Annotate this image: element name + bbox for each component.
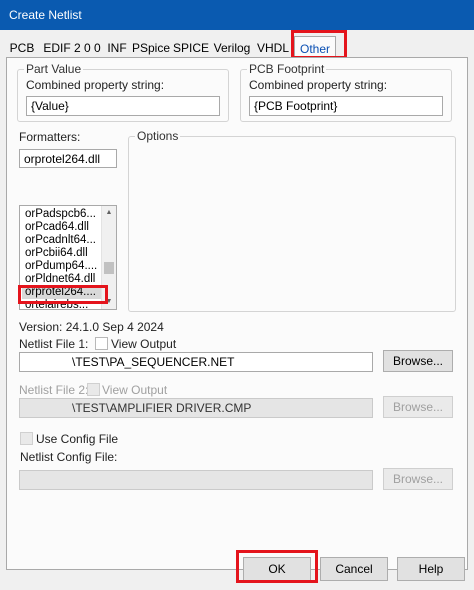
scroll-up-icon[interactable]: ▲ <box>102 206 116 220</box>
netlist-config-file-label: Netlist Config File: <box>20 450 118 464</box>
view-output-2-label: View Output <box>102 383 168 397</box>
list-item[interactable]: orPcad64.dll <box>22 221 102 234</box>
list-item-selected[interactable]: orprotel264.... <box>22 286 102 299</box>
pcb-footprint-label: Combined property string: <box>249 78 388 92</box>
formatters-scrollbar[interactable]: ▲ ▼ <box>101 206 116 309</box>
options-legend: Options <box>135 129 181 143</box>
tab-edif[interactable]: EDIF 2 0 0 <box>41 39 103 57</box>
list-item[interactable]: orPcbii64.dll <box>22 247 102 260</box>
use-config-file-checkbox[interactable] <box>20 432 33 445</box>
browse-netlist-2-button[interactable]: Browse... <box>383 396 453 418</box>
part-value-label: Combined property string: <box>26 78 165 92</box>
list-item[interactable]: orPadspcb6... <box>22 208 102 221</box>
create-netlist-dialog: PCB EDIF 2 0 0 INF PSpice SPICE Verilog … <box>0 30 474 590</box>
formatters-listbox[interactable]: orPadspcb6... orPcad64.dll orPcadnlt64..… <box>19 205 117 310</box>
list-item[interactable]: orPcadnlt64... <box>22 234 102 247</box>
netlist-file-1-label: Netlist File 1: <box>19 337 89 351</box>
help-button[interactable]: Help <box>397 557 465 581</box>
version-text: Version: 24.1.0 Sep 4 2024 <box>19 320 164 334</box>
tab-verilog[interactable]: Verilog <box>210 39 254 57</box>
tab-strip: PCB EDIF 2 0 0 INF PSpice SPICE Verilog … <box>6 36 466 58</box>
options-group: Options <box>128 129 456 312</box>
window-title: Create Netlist <box>0 0 474 30</box>
use-config-file-label: Use Config File <box>36 432 119 446</box>
cancel-button[interactable]: Cancel <box>320 557 388 581</box>
view-output-2-checkbox[interactable] <box>87 383 100 396</box>
netlist-file-1-input[interactable]: \TEST\PA_SEQUENCER.NET <box>19 352 373 372</box>
view-output-1-label: View Output <box>111 337 177 351</box>
scroll-thumb[interactable] <box>104 262 114 274</box>
netlist-config-file-input[interactable] <box>19 470 373 490</box>
tab-inf[interactable]: INF <box>105 39 129 57</box>
browse-netlist-1-button[interactable]: Browse... <box>383 350 453 372</box>
pcb-footprint-group: PCB Footprint Combined property string: … <box>240 62 452 122</box>
netlist-file-2-label: Netlist File 2: <box>19 383 89 397</box>
netlist-file-2-input[interactable]: \TEST\AMPLIFIER DRIVER.CMP <box>19 398 373 418</box>
other-tab-panel: Part Value Combined property string: {Va… <box>6 57 468 570</box>
ok-button[interactable]: OK <box>243 557 311 581</box>
tab-pcb[interactable]: PCB <box>8 39 36 57</box>
list-item[interactable]: orPldnet64.dll <box>22 273 102 286</box>
tab-spice[interactable]: SPICE <box>173 39 209 57</box>
part-value-group: Part Value Combined property string: {Va… <box>17 62 229 122</box>
tab-vhdl[interactable]: VHDL <box>256 39 290 57</box>
list-item[interactable]: ortelairebs... <box>22 299 102 309</box>
scroll-down-icon[interactable]: ▼ <box>102 295 116 309</box>
pcb-footprint-input[interactable]: {PCB Footprint} <box>249 96 443 116</box>
tab-other[interactable]: Other <box>294 36 336 58</box>
part-value-legend: Part Value <box>24 62 84 76</box>
pcb-footprint-legend: PCB Footprint <box>247 62 327 76</box>
browse-config-button[interactable]: Browse... <box>383 468 453 490</box>
tab-pspice[interactable]: PSpice <box>131 39 171 57</box>
list-item[interactable]: orPdump64.... <box>22 260 102 273</box>
formatter-current-input[interactable]: orprotel264.dll <box>19 149 117 168</box>
formatters-label: Formatters: <box>19 130 81 144</box>
view-output-1-checkbox[interactable] <box>95 337 108 350</box>
part-value-input[interactable]: {Value} <box>26 96 220 116</box>
